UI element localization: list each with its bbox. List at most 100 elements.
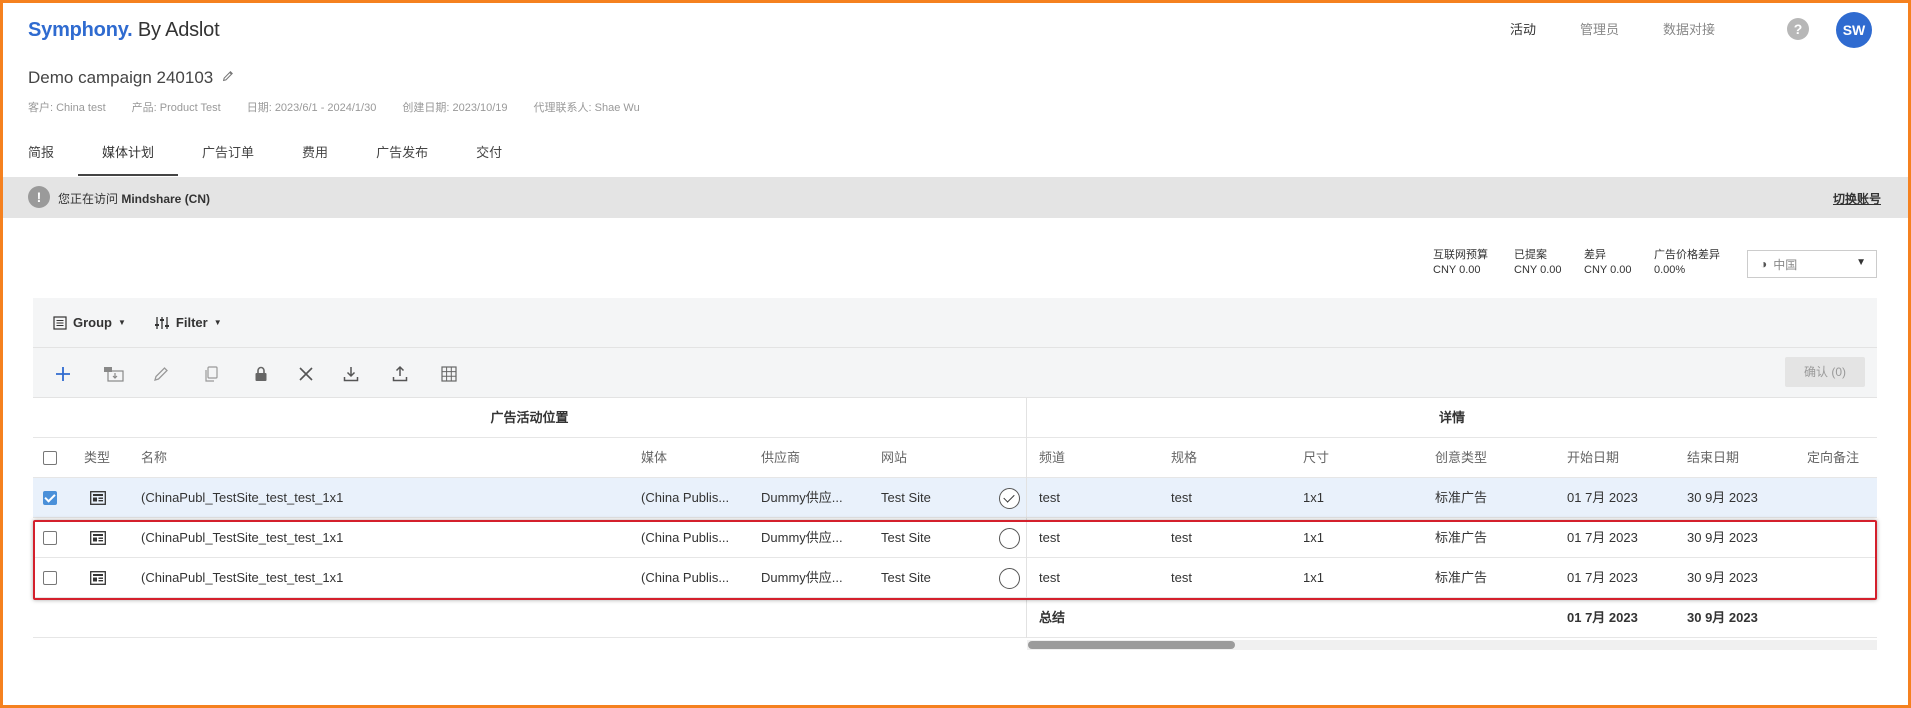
filter-button[interactable]: Filter ▼ [154, 315, 222, 330]
cell-channel: test [1039, 530, 1060, 545]
summary-label: 广告价格差异 [1654, 249, 1720, 261]
media-plan-grid: Group ▼ Filter ▼ 确认 (0) 广告活动位置 详情 类型 名称 … [33, 298, 1877, 650]
cell-start-date: 01 7月 2023 [1567, 570, 1638, 585]
cell-spec: test [1171, 490, 1192, 505]
col-header-size[interactable]: 尺寸 [1303, 438, 1329, 478]
confirm-button[interactable]: 确认 (0) [1785, 357, 1865, 387]
summary-value: CNY 0.00 [1514, 264, 1562, 276]
tab-media-plan[interactable]: 媒体计划 [78, 130, 179, 176]
meta-dates: 日期: 2023/6/1 - 2024/1/30 [246, 102, 377, 114]
col-header-start-date[interactable]: 开始日期 [1567, 438, 1619, 478]
grid-body: 广告活动位置 详情 类型 名称 媒体 供应商 网站 频道 规格 尺寸 创意类型 … [33, 398, 1877, 650]
meta-client: 客户: China test [28, 102, 106, 114]
tab-costs[interactable]: 费用 [278, 130, 352, 176]
top-nav: 活动 管理员 数据对接 [1487, 0, 1737, 58]
status-check-icon[interactable] [999, 488, 1020, 509]
download-icon[interactable] [341, 364, 361, 384]
table-row[interactable]: (ChinaPubl_TestSite_test_test_1x1 (China… [33, 518, 1877, 558]
cell-name[interactable]: (ChinaPubl_TestSite_test_test_1x1 [141, 518, 621, 558]
cell-name[interactable]: (ChinaPubl_TestSite_test_test_1x1 [141, 558, 621, 598]
cell-spec: test [1171, 570, 1192, 585]
cell-size: 1x1 [1303, 490, 1324, 505]
cell-site: Test Site [881, 570, 931, 585]
market-select[interactable]: ◑ 中国 ▼ [1747, 250, 1877, 278]
nav-campaigns[interactable]: 活动 [1487, 0, 1558, 58]
columns-grid-icon[interactable] [439, 364, 459, 384]
summary-label: 差异 [1584, 249, 1606, 261]
tab-trafficking[interactable]: 广告发布 [352, 130, 452, 176]
cell-start-date: 01 7月 2023 [1567, 530, 1638, 545]
total-end-date: 30 9月 2023 [1687, 610, 1758, 625]
col-header-media[interactable]: 媒体 [641, 438, 667, 478]
scrollbar-thumb[interactable] [1028, 641, 1235, 649]
logo-brand: Symphony. [28, 19, 133, 41]
nav-admin[interactable]: 管理员 [1558, 0, 1641, 58]
summary-variance: 差异 CNY 0.00 [1584, 248, 1632, 278]
horizontal-scrollbar[interactable] [33, 638, 1877, 650]
summary-value: CNY 0.00 [1433, 264, 1481, 276]
tab-brief[interactable]: 简报 [4, 130, 78, 176]
meta-contact: 代理联系人: Shae Wu [533, 102, 640, 114]
display-ad-icon [90, 531, 106, 545]
table-row[interactable]: (ChinaPubl_TestSite_test_test_1x1 (China… [33, 478, 1877, 518]
lock-icon[interactable] [251, 364, 271, 384]
col-header-end-date[interactable]: 结束日期 [1687, 438, 1739, 478]
top-bar: Symphony. By Adslot 活动 管理员 数据对接 ? SW [0, 0, 1911, 60]
display-ad-icon [90, 571, 106, 585]
table-row[interactable]: (ChinaPubl_TestSite_test_test_1x1 (China… [33, 558, 1877, 598]
col-header-site[interactable]: 网站 [881, 438, 907, 478]
col-header-name[interactable]: 名称 [141, 438, 167, 478]
group-header-placements: 广告活动位置 [490, 410, 569, 425]
cell-name[interactable]: (ChinaPubl_TestSite_test_test_1x1 [141, 478, 621, 518]
edit-pencil-icon[interactable] [221, 68, 235, 88]
cell-media: (China Publis... [641, 570, 730, 585]
summary-proposed: 已提案 CNY 0.00 [1514, 248, 1562, 278]
cell-supplier: Dummy供应... [761, 530, 843, 545]
cell-supplier: Dummy供应... [761, 570, 843, 585]
app-logo[interactable]: Symphony. By Adslot [28, 19, 220, 42]
section-divider [1026, 398, 1027, 638]
group-label: Group [73, 315, 112, 330]
row-checkbox[interactable] [43, 491, 57, 505]
move-to-package-icon[interactable] [102, 364, 128, 384]
status-circle-icon[interactable] [999, 528, 1020, 549]
edit-icon[interactable] [151, 364, 171, 384]
sliders-icon [154, 316, 169, 329]
col-header-channel[interactable]: 频道 [1039, 438, 1065, 478]
cell-end-date: 30 9月 2023 [1687, 570, 1758, 585]
upload-icon[interactable] [390, 364, 410, 384]
cell-channel: test [1039, 570, 1060, 585]
summary-value: 0.00% [1654, 264, 1686, 276]
col-header-creative-type[interactable]: 创意类型 [1435, 438, 1487, 478]
cell-creative-type: 标准广告 [1435, 490, 1488, 505]
campaign-meta: 客户: China test 产品: Product Test 日期: 2023… [28, 99, 640, 115]
notice-message: 您正在访问 Mindshare (CN) [58, 190, 210, 207]
cell-end-date: 30 9月 2023 [1687, 490, 1758, 505]
status-circle-icon[interactable] [999, 568, 1020, 589]
switch-account-link[interactable]: 切换账号 [1833, 190, 1881, 207]
copy-icon[interactable] [201, 364, 221, 384]
list-icon [53, 315, 67, 330]
tab-insertion-orders[interactable]: 广告订单 [178, 130, 278, 176]
group-button[interactable]: Group ▼ [53, 315, 126, 330]
help-icon[interactable]: ? [1787, 18, 1809, 40]
add-icon[interactable] [53, 364, 73, 384]
tab-delivery[interactable]: 交付 [452, 130, 526, 176]
col-header-type[interactable]: 类型 [84, 438, 110, 478]
nav-data-integration[interactable]: 数据对接 [1641, 0, 1737, 58]
cell-media: (China Publis... [641, 490, 730, 505]
cell-size: 1x1 [1303, 570, 1324, 585]
cell-site: Test Site [881, 530, 931, 545]
caret-down-icon: ▼ [118, 318, 126, 327]
col-header-supplier[interactable]: 供应商 [761, 438, 800, 478]
col-header-spec[interactable]: 规格 [1171, 438, 1197, 478]
row-checkbox[interactable] [43, 571, 57, 585]
cell-end-date: 30 9月 2023 [1687, 530, 1758, 545]
row-checkbox[interactable] [43, 531, 57, 545]
select-all-checkbox[interactable] [43, 451, 57, 465]
filter-label: Filter [175, 315, 208, 330]
delete-icon[interactable] [296, 364, 316, 384]
cell-creative-type: 标准广告 [1435, 570, 1488, 585]
col-header-targeting-notes[interactable]: 定向备注 [1807, 438, 1859, 478]
user-avatar[interactable]: SW [1836, 12, 1872, 48]
